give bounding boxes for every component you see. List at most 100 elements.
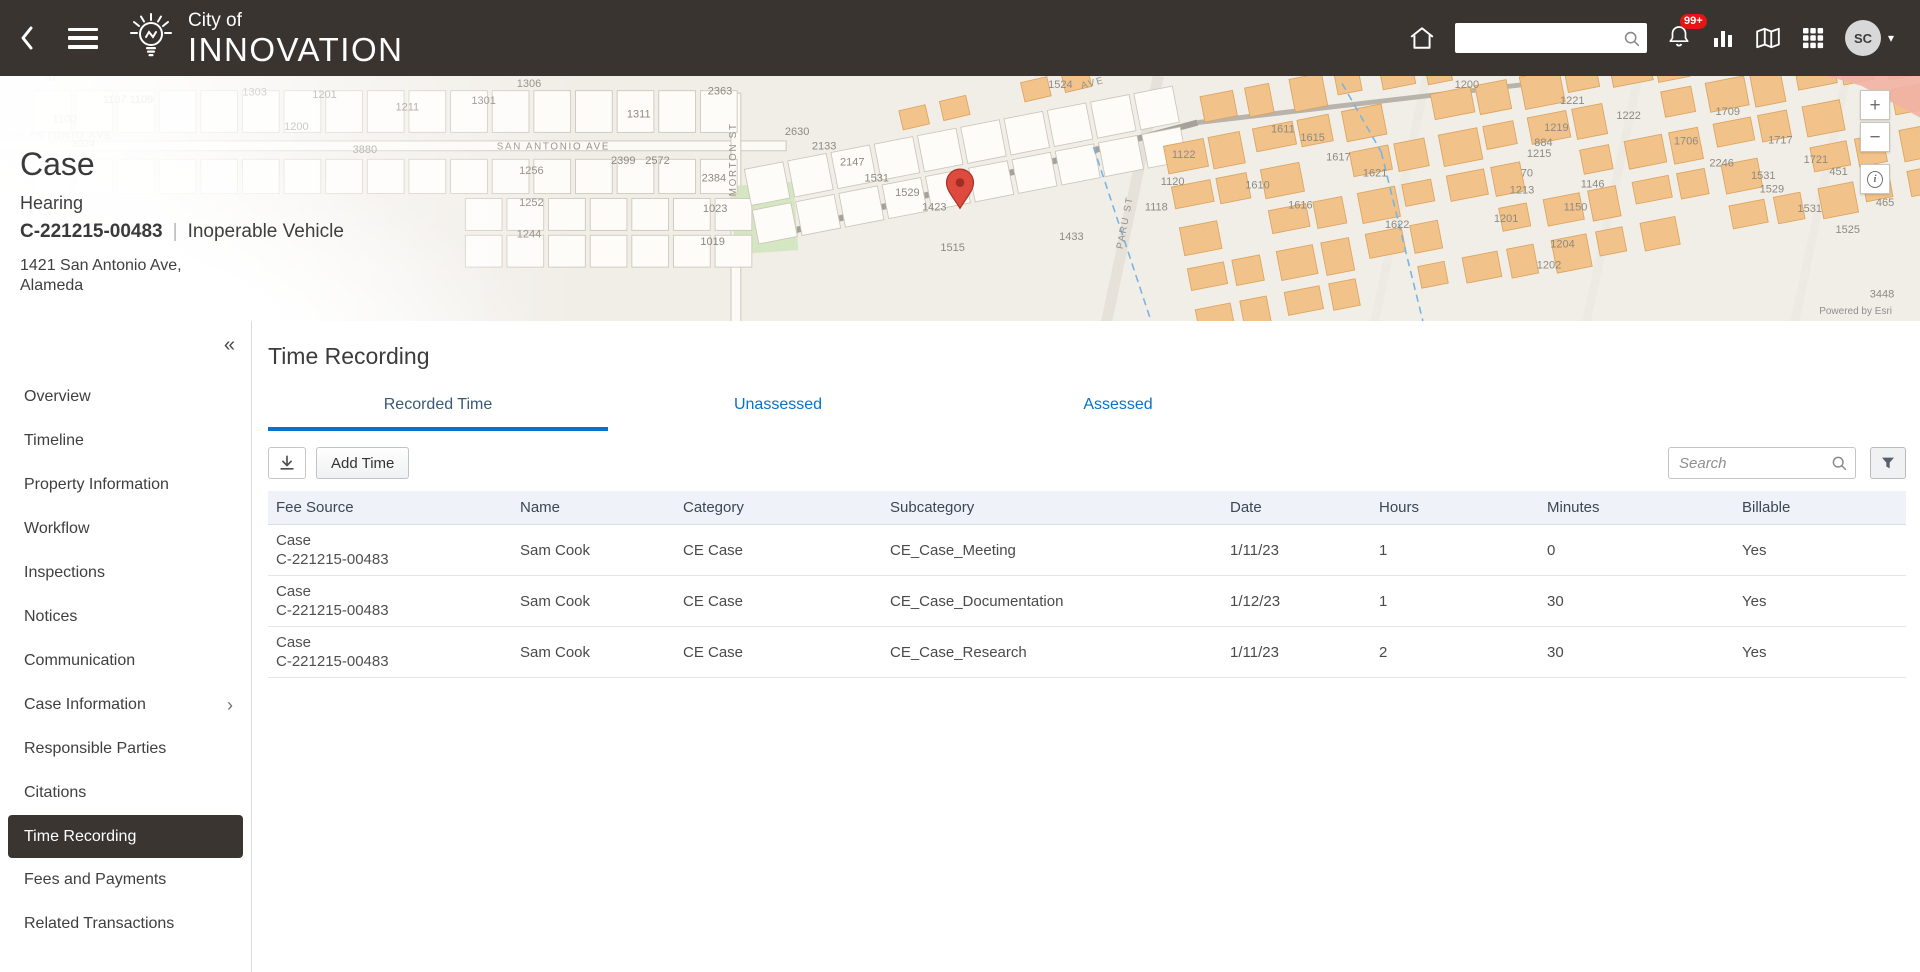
map-parcel-label: 1423 xyxy=(922,202,947,214)
sidebar-item-inspections[interactable]: Inspections xyxy=(0,551,251,595)
global-search-input[interactable] xyxy=(1462,29,1623,47)
notifications-button[interactable]: 99+ xyxy=(1667,23,1691,54)
table-search xyxy=(1668,447,1856,479)
menu-icon[interactable] xyxy=(68,28,98,49)
cell-hours: 1 xyxy=(1371,525,1539,576)
logo-line2: INNOVATION xyxy=(188,33,403,66)
tab-unassessed[interactable]: Unassessed xyxy=(608,396,948,431)
map-parcel-label: 2133 xyxy=(812,140,837,152)
filter-icon xyxy=(1880,455,1896,471)
map-parcel-label: 2246 xyxy=(1709,158,1734,170)
map-street-label: SAN ANTONIO AVE xyxy=(497,141,610,152)
sidebar-item-case-information[interactable]: Case Information› xyxy=(0,683,251,727)
sidebar-item-property-information[interactable]: Property Information xyxy=(0,463,251,507)
map-parcel-label: 1621 xyxy=(1363,167,1388,179)
map-parcel-label: 2363 xyxy=(708,85,733,97)
sidebar-item-overview[interactable]: Overview xyxy=(0,375,251,419)
table-row[interactable]: CaseC-221215-00483Sam CookCE CaseCE_Case… xyxy=(268,576,1906,627)
case-type: Hearing xyxy=(20,193,344,214)
column-header-name[interactable]: Name xyxy=(512,491,675,525)
zoom-in-button[interactable]: + xyxy=(1860,90,1890,120)
map-parcel-label: 1311 xyxy=(627,109,651,121)
apps-grid-icon[interactable] xyxy=(1801,26,1825,50)
lightbulb-icon xyxy=(124,11,178,65)
map-parcel-label: 1515 xyxy=(940,242,965,254)
column-header-category[interactable]: Category xyxy=(675,491,882,525)
sidebar-collapse-button[interactable]: « xyxy=(224,335,235,355)
sidebar-item-related-transactions[interactable]: Related Transactions xyxy=(0,902,251,946)
map-parcel-label: 1721 xyxy=(1804,154,1829,166)
map-parcel-label: 1617 xyxy=(1326,152,1351,164)
zoom-out-button[interactable]: − xyxy=(1860,122,1890,152)
section-title: Time Recording xyxy=(268,343,1906,370)
logo-line1: City of xyxy=(188,11,403,30)
map-parcel-label: 1146 xyxy=(1581,178,1605,190)
sidebar-item-label: Workflow xyxy=(24,520,90,538)
sidebar-item-workflow[interactable]: Workflow xyxy=(0,507,251,551)
map-parcel-label: 1107 1109 xyxy=(103,94,153,106)
sidebar-item-label: Timeline xyxy=(24,432,84,450)
sidebar-item-time-recording[interactable]: Time Recording xyxy=(8,815,243,858)
cell-minutes: 30 xyxy=(1539,576,1734,627)
notification-badge: 99+ xyxy=(1680,14,1707,29)
map-parcel-label: 1616 xyxy=(1288,199,1313,211)
sidebar-item-timeline[interactable]: Timeline xyxy=(0,419,251,463)
column-header-minutes[interactable]: Minutes xyxy=(1539,491,1734,525)
sidebar-item-citations[interactable]: Citations xyxy=(0,771,251,815)
map-parcel-label: 3448 xyxy=(1870,289,1895,301)
user-menu[interactable]: SC ▾ xyxy=(1845,20,1894,56)
cell-name: Sam Cook xyxy=(512,627,675,678)
column-header-subcategory[interactable]: Subcategory xyxy=(882,491,1222,525)
avatar[interactable]: SC xyxy=(1845,20,1881,56)
map-street-label: MORTON ST xyxy=(728,122,739,196)
sidebar-item-label: Overview xyxy=(24,388,91,406)
map-parcel-label: 2147 xyxy=(840,156,865,168)
map-parcel-label: 1531 xyxy=(1751,170,1776,182)
case-summary: Case Hearing C-221215-00483 | Inoperable… xyxy=(20,146,344,296)
cell-billable: Yes xyxy=(1734,627,1906,678)
sidebar-item-responsible-parties[interactable]: Responsible Parties xyxy=(0,727,251,771)
tab-recorded-time[interactable]: Recorded Time xyxy=(268,396,608,431)
filter-button[interactable] xyxy=(1870,447,1906,479)
download-button[interactable] xyxy=(268,447,306,479)
table-header-row: Fee SourceNameCategorySubcategoryDateHou… xyxy=(268,491,1906,525)
case-address: 1421 San Antonio Ave, Alameda xyxy=(20,256,344,296)
tab-assessed[interactable]: Assessed xyxy=(948,396,1288,431)
sidebar-item-communication[interactable]: Communication xyxy=(0,639,251,683)
sidebar-item-notices[interactable]: Notices xyxy=(0,595,251,639)
map-parcel-label: 1244 xyxy=(517,229,542,241)
column-header-billable[interactable]: Billable xyxy=(1734,491,1906,525)
search-icon[interactable] xyxy=(1623,30,1640,47)
map-parcel-label: 2572 xyxy=(645,155,670,167)
map-parcel-label: 451 xyxy=(1829,166,1847,178)
map-street-label: SAN ANTONIO AVE xyxy=(0,130,113,141)
download-icon xyxy=(277,453,297,473)
bar-chart-icon[interactable] xyxy=(1711,26,1735,50)
table-row[interactable]: CaseC-221215-00483Sam CookCE CaseCE_Case… xyxy=(268,525,1906,576)
map-attribution: Powered by Esri xyxy=(1819,306,1892,317)
cell-date: 1/11/23 xyxy=(1222,627,1371,678)
map-parcel-label: 1122 xyxy=(1172,149,1196,161)
map-parcel-label: 1221 xyxy=(1560,95,1585,107)
global-search xyxy=(1455,23,1647,53)
table-row[interactable]: CaseC-221215-00483Sam CookCE CaseCE_Case… xyxy=(268,627,1906,678)
column-header-date[interactable]: Date xyxy=(1222,491,1371,525)
map-icon[interactable] xyxy=(1755,26,1781,50)
sidebar-item-fees-and-payments[interactable]: Fees and Payments xyxy=(0,858,251,902)
map-parcel-label: 37 xyxy=(45,76,57,84)
cell-subcategory: CE_Case_Meeting xyxy=(882,525,1222,576)
column-header-hours[interactable]: Hours xyxy=(1371,491,1539,525)
map-parcel-label: 1023 xyxy=(703,203,728,215)
column-header-fee-source[interactable]: Fee Source xyxy=(268,491,512,525)
chevron-left-icon xyxy=(19,25,35,51)
table-search-input[interactable] xyxy=(1677,454,1831,473)
map-parcel-label: 1529 xyxy=(1760,183,1785,195)
add-time-button[interactable]: Add Time xyxy=(316,447,409,479)
map-info-button[interactable]: i xyxy=(1860,164,1890,194)
sidebar-nav: Overview Timeline Property Information Work… xyxy=(0,375,251,946)
chevron-down-icon[interactable]: ▾ xyxy=(1888,31,1894,45)
home-icon[interactable] xyxy=(1409,26,1435,50)
back-button[interactable] xyxy=(0,0,54,76)
app-logo: City of INNOVATION xyxy=(124,11,403,66)
search-icon[interactable] xyxy=(1831,455,1847,471)
